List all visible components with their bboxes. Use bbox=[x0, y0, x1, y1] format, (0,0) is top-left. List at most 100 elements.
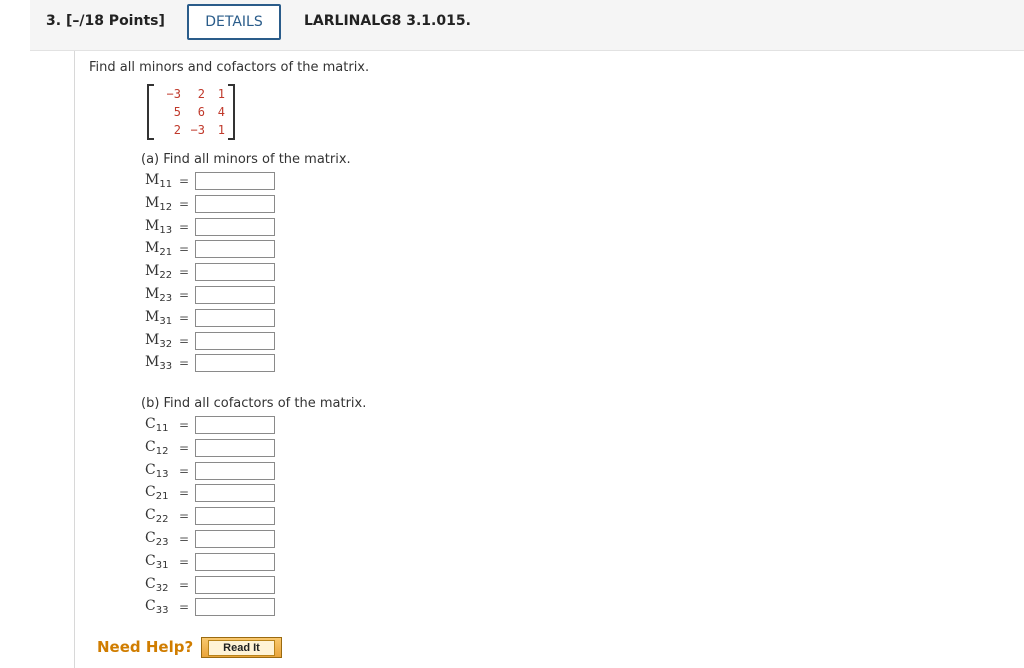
part_b-row: C12 = bbox=[145, 438, 275, 458]
answer-input[interactable] bbox=[195, 217, 275, 236]
variable-letter: M bbox=[145, 263, 160, 280]
answer-input[interactable] bbox=[195, 416, 275, 434]
variable-letter: M bbox=[145, 194, 160, 211]
part_a-row: M13 = bbox=[145, 217, 275, 237]
variable-label: C32 bbox=[145, 576, 179, 594]
variable-subscript: 23 bbox=[155, 537, 169, 548]
equals-sign: = bbox=[179, 310, 190, 325]
matrix-cell-3-1: 2 bbox=[173, 123, 181, 137]
answer-input[interactable] bbox=[195, 194, 275, 213]
variable-label: C11 bbox=[145, 416, 179, 434]
variable-letter: M bbox=[145, 331, 160, 348]
variable-subscript: 13 bbox=[155, 468, 169, 480]
part_a-row: M31 = bbox=[145, 308, 275, 328]
variable-label: M13 bbox=[145, 218, 179, 236]
variable-label: C22 bbox=[145, 507, 179, 525]
variable-subscript: 31 bbox=[155, 559, 169, 571]
equals-sign: = bbox=[179, 242, 190, 257]
answer-input[interactable] bbox=[195, 263, 275, 282]
variable-letter: M bbox=[145, 286, 160, 302]
variable-label: C13 bbox=[145, 462, 179, 480]
part_b-row: C11 = bbox=[145, 415, 275, 435]
question-code: LARLINALG8 3.1.015. bbox=[304, 13, 471, 29]
variable-subscript: 12 bbox=[155, 445, 169, 457]
answer-input[interactable] bbox=[195, 507, 275, 526]
answer-input[interactable] bbox=[195, 484, 275, 503]
answer-input[interactable] bbox=[195, 530, 275, 548]
matrix-cell-2-1: 5 bbox=[173, 105, 181, 119]
variable-subscript: 31 bbox=[159, 315, 173, 327]
variable-letter: M bbox=[145, 217, 160, 234]
variable-label: C31 bbox=[145, 553, 179, 571]
answer-input[interactable] bbox=[195, 552, 275, 571]
variable-subscript: 33 bbox=[159, 361, 173, 373]
matrix-cell-2-2: 6 bbox=[197, 105, 205, 119]
part_b-row: C22 = bbox=[145, 506, 275, 526]
variable-label: C23 bbox=[145, 530, 179, 548]
variable-letter: C bbox=[145, 461, 156, 478]
answer-input[interactable] bbox=[195, 308, 275, 327]
part_a-row: M33 = bbox=[145, 353, 275, 373]
part_b-row: C31 = bbox=[145, 552, 275, 572]
equals-sign: = bbox=[179, 265, 190, 280]
answer-input[interactable] bbox=[195, 438, 275, 457]
matrix: −3 2 1 5 6 4 2 −3 1 bbox=[147, 84, 235, 140]
equals-sign: = bbox=[179, 196, 190, 211]
answer-input[interactable] bbox=[195, 240, 275, 259]
variable-letter: M bbox=[145, 308, 160, 325]
part_a-row: M23 = bbox=[145, 285, 275, 305]
variable-label: C33 bbox=[145, 598, 179, 616]
variable-label: C21 bbox=[145, 484, 179, 502]
matrix-cell-3-2: −3 bbox=[190, 123, 205, 137]
variable-letter: C bbox=[145, 507, 156, 524]
matrix-cell-1-3: 1 bbox=[217, 87, 225, 101]
variable-label: M22 bbox=[145, 263, 179, 281]
variable-letter: C bbox=[145, 552, 156, 569]
answer-input[interactable] bbox=[195, 354, 275, 373]
variable-subscript: 11 bbox=[159, 179, 173, 190]
details-button[interactable]: DETAILS bbox=[187, 4, 281, 40]
content-divider bbox=[74, 51, 75, 668]
variable-letter: C bbox=[145, 530, 156, 546]
variable-subscript: 22 bbox=[155, 514, 169, 526]
equals-sign: = bbox=[179, 463, 190, 478]
part_b-row: C13 = bbox=[145, 461, 275, 481]
variable-letter: M bbox=[145, 172, 160, 188]
variable-subscript: 21 bbox=[155, 491, 169, 503]
variable-subscript: 11 bbox=[155, 423, 169, 434]
answer-input[interactable] bbox=[195, 172, 275, 190]
variable-letter: C bbox=[145, 438, 156, 455]
variable-label: M21 bbox=[145, 240, 179, 258]
matrix-cell-1-1: −3 bbox=[166, 87, 181, 101]
need-help-label: Need Help? bbox=[97, 638, 194, 656]
part-b-label: (b) Find all cofactors of the matrix. bbox=[141, 396, 367, 411]
variable-letter: C bbox=[145, 575, 156, 592]
variable-subscript: 32 bbox=[155, 582, 169, 594]
variable-subscript: 33 bbox=[155, 605, 169, 617]
matrix-cell-1-2: 2 bbox=[197, 87, 205, 101]
equals-sign: = bbox=[179, 486, 190, 501]
part_a-row: M22 = bbox=[145, 262, 275, 282]
matrix-cell-3-3: 1 bbox=[217, 123, 225, 137]
answer-input[interactable] bbox=[195, 461, 275, 480]
answer-input[interactable] bbox=[195, 286, 275, 304]
equals-sign: = bbox=[179, 219, 190, 234]
equals-sign: = bbox=[179, 600, 190, 615]
equals-sign: = bbox=[179, 532, 190, 546]
variable-label: M11 bbox=[145, 172, 179, 190]
part_a-row: M21 = bbox=[145, 239, 275, 259]
answer-input[interactable] bbox=[195, 575, 275, 594]
variable-subscript: 12 bbox=[159, 201, 173, 213]
equals-sign: = bbox=[179, 288, 190, 302]
equals-sign: = bbox=[179, 356, 190, 371]
variable-label: C12 bbox=[145, 439, 179, 457]
part_a-row: M12 = bbox=[145, 194, 275, 214]
variable-label: M31 bbox=[145, 309, 179, 327]
read-it-button[interactable]: Read It bbox=[201, 637, 282, 658]
variable-letter: C bbox=[145, 598, 156, 615]
variable-letter: M bbox=[145, 240, 160, 257]
answer-input[interactable] bbox=[195, 598, 275, 617]
variable-subscript: 23 bbox=[159, 293, 173, 304]
answer-input[interactable] bbox=[195, 331, 275, 350]
variable-letter: C bbox=[145, 484, 156, 501]
